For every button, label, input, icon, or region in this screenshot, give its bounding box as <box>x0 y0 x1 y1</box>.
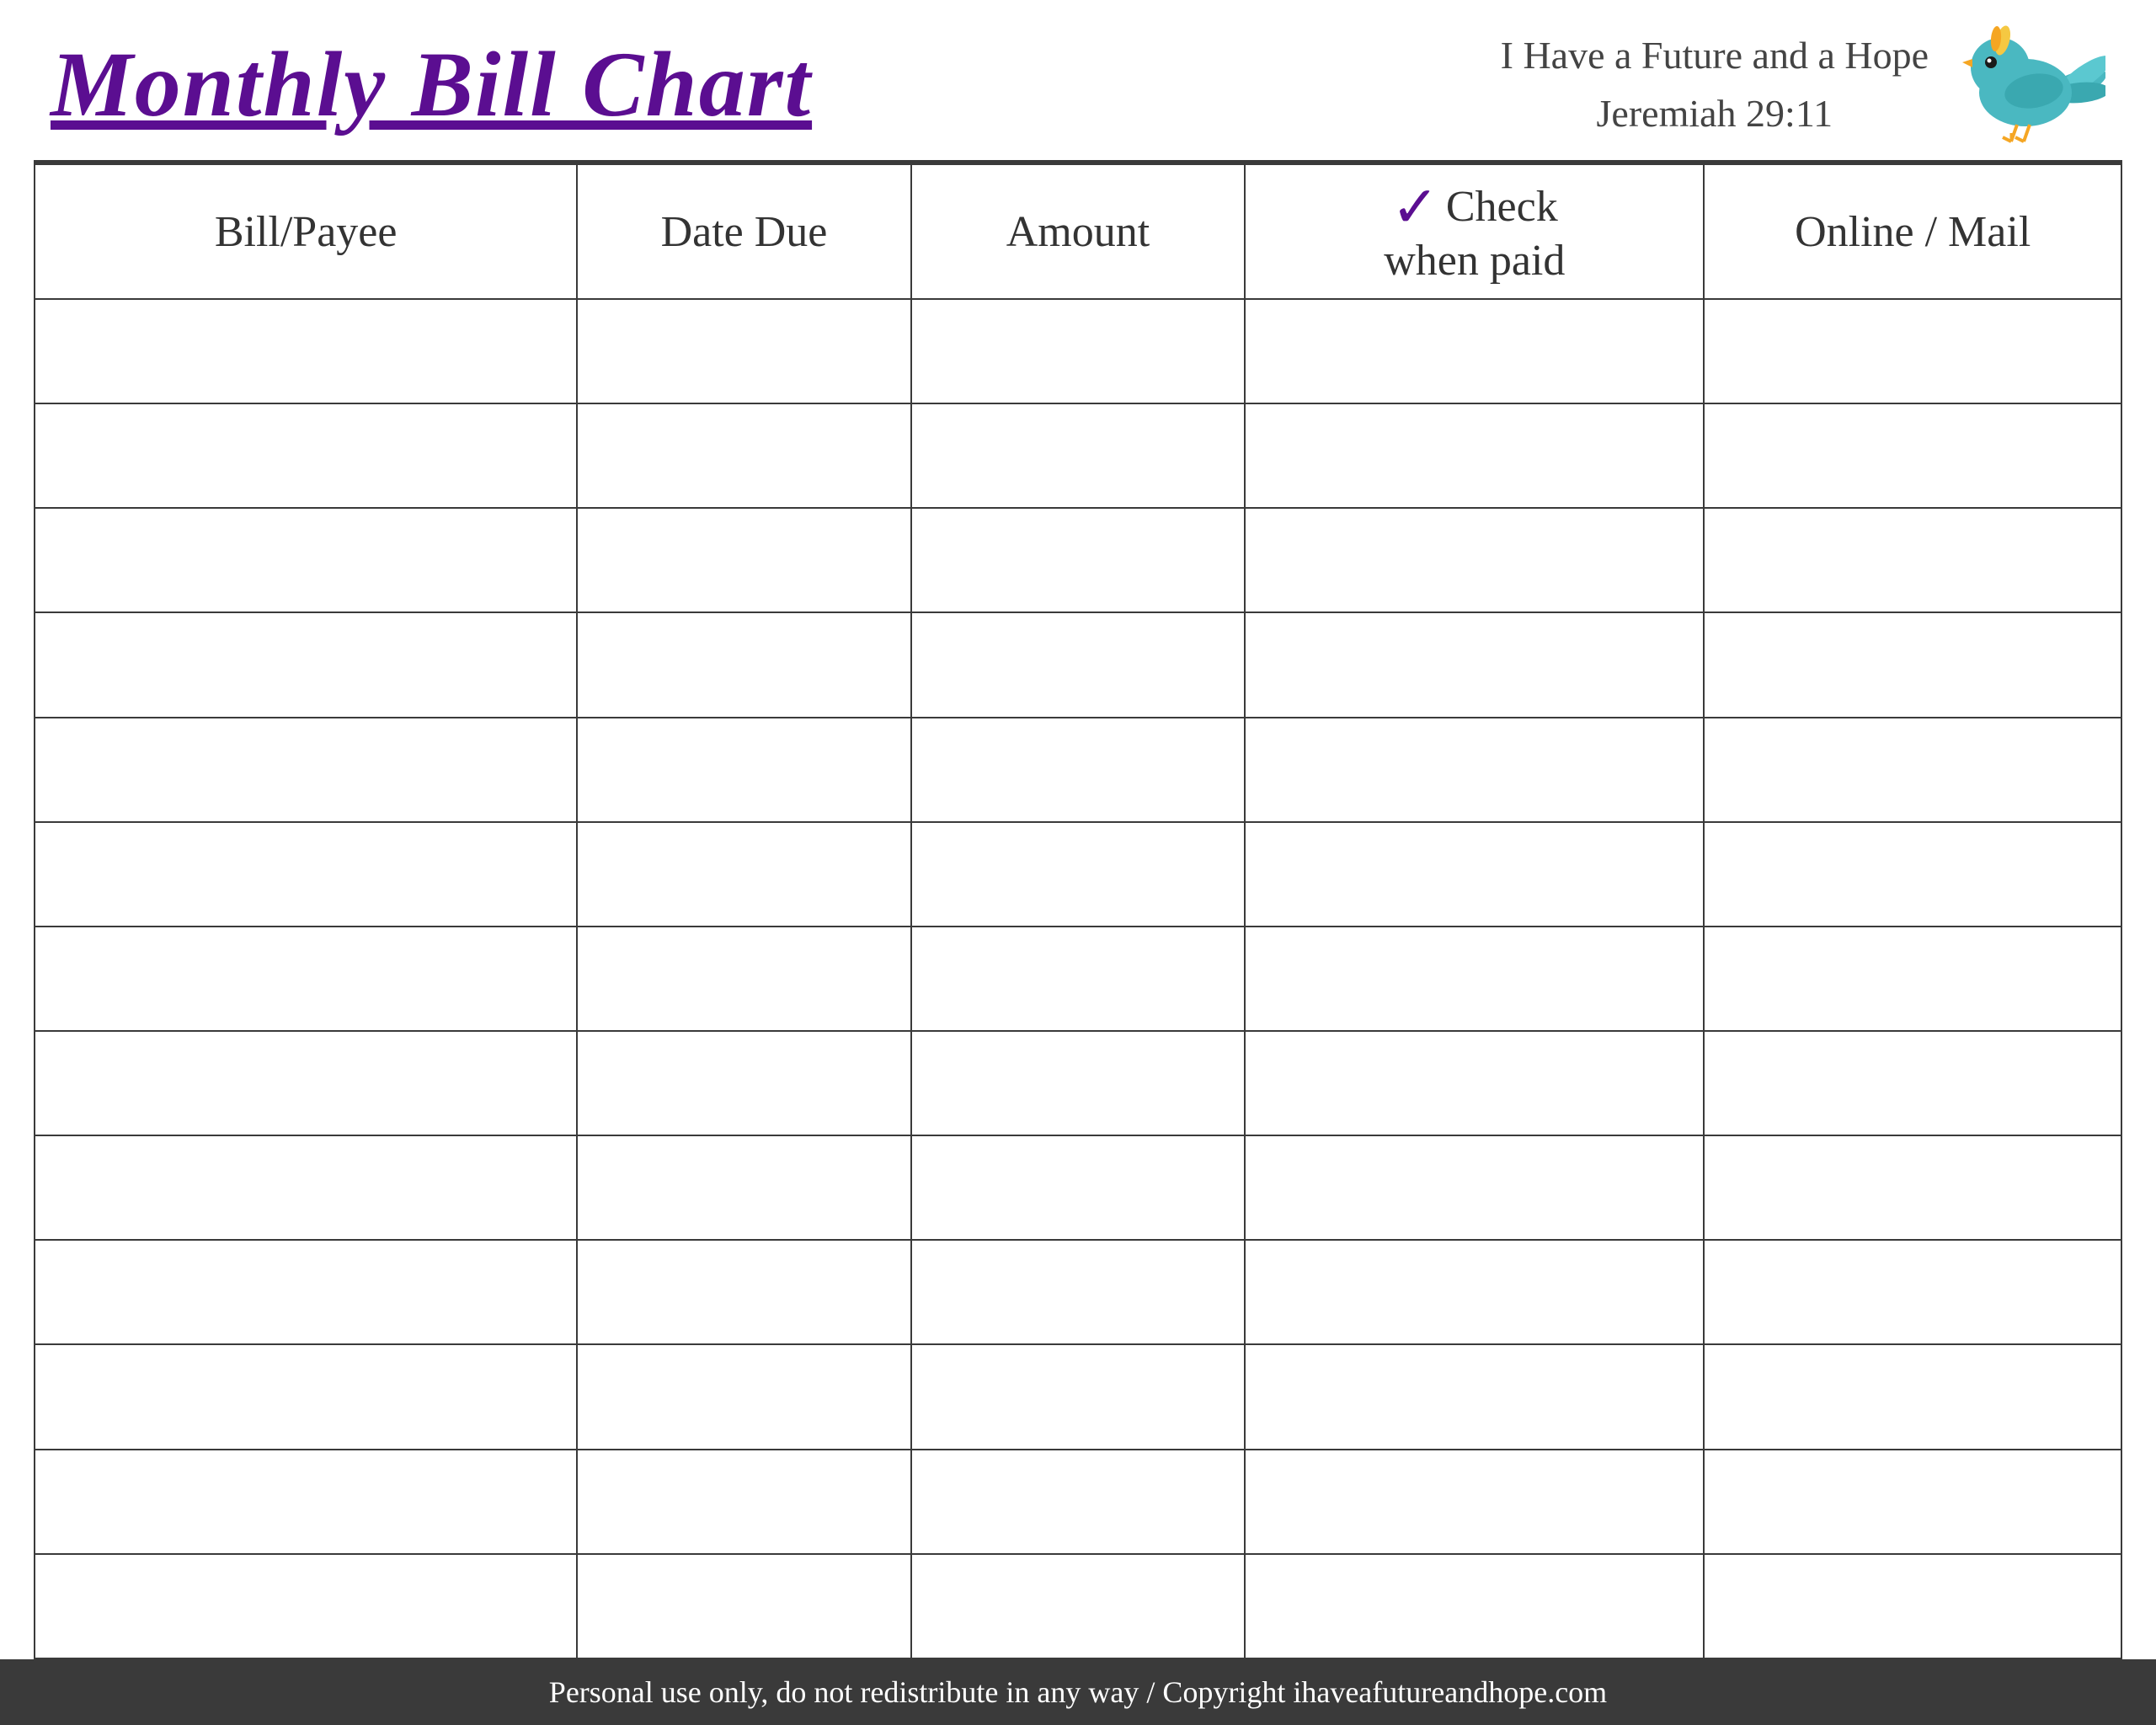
table-cell <box>577 508 910 612</box>
table-row <box>35 718 2121 822</box>
col-header-bill: Bill/Payee <box>35 164 577 299</box>
table-cell <box>35 403 577 508</box>
table-row <box>35 927 2121 1031</box>
table-cell <box>35 508 577 612</box>
table-cell <box>911 508 1245 612</box>
table-cell <box>35 822 577 927</box>
table-cell <box>1704 1450 2121 1554</box>
table-header-row: Bill/Payee Date Due Amount ✓ Check when … <box>35 164 2121 299</box>
table-cell <box>911 927 1245 1031</box>
table-cell <box>1245 1450 1704 1554</box>
table-row <box>35 1031 2121 1135</box>
table-cell <box>35 1135 577 1240</box>
bill-chart-table-container: Bill/Payee Date Due Amount ✓ Check when … <box>34 163 2122 1659</box>
table-cell <box>911 299 1245 403</box>
table-row <box>35 508 2121 612</box>
table-cell <box>1245 612 1704 717</box>
table-cell <box>577 1240 910 1344</box>
table-row <box>35 612 2121 717</box>
bill-chart-table: Bill/Payee Date Due Amount ✓ Check when … <box>34 163 2122 1659</box>
table-cell <box>1704 1031 2121 1135</box>
table-cell <box>1704 822 2121 927</box>
table-cell <box>1704 927 2121 1031</box>
table-cell <box>577 403 910 508</box>
checkmark-icon: ✓ <box>1391 179 1439 236</box>
table-row <box>35 822 2121 927</box>
table-cell <box>1704 1135 2121 1240</box>
table-cell <box>1704 612 2121 717</box>
table-cell <box>1245 1344 1704 1449</box>
table-cell <box>1245 718 1704 822</box>
table-cell <box>1245 299 1704 403</box>
table-cell <box>911 822 1245 927</box>
table-cell <box>1704 508 2121 612</box>
table-cell <box>1704 403 2121 508</box>
table-cell <box>577 1031 910 1135</box>
table-cell <box>911 1450 1245 1554</box>
table-cell <box>911 1240 1245 1344</box>
col-header-date: Date Due <box>577 164 910 299</box>
table-row <box>35 1554 2121 1658</box>
verse-text: I Have a Future and a Hope Jeremiah 29:1… <box>1501 26 1929 142</box>
table-cell <box>35 718 577 822</box>
page-title: Monthly Bill Chart <box>51 34 812 136</box>
table-cell <box>1704 1344 2121 1449</box>
table-row <box>35 403 2121 508</box>
table-cell <box>577 718 910 822</box>
table-cell <box>1245 1031 1704 1135</box>
table-cell <box>911 1344 1245 1449</box>
table-cell <box>1704 1240 2121 1344</box>
footer: Personal use only, do not redistribute i… <box>0 1659 2156 1725</box>
table-cell <box>577 1450 910 1554</box>
table-cell <box>577 299 910 403</box>
table-cell <box>1704 1554 2121 1658</box>
table-cell <box>577 927 910 1031</box>
check-header-content: ✓ Check when paid <box>1246 179 1703 286</box>
table-cell <box>577 612 910 717</box>
table-cell <box>911 1031 1245 1135</box>
table-cell <box>911 1554 1245 1658</box>
table-cell <box>1245 403 1704 508</box>
col-header-amount: Amount <box>911 164 1245 299</box>
table-cell <box>35 1240 577 1344</box>
table-cell <box>911 718 1245 822</box>
table-cell <box>35 1031 577 1135</box>
table-cell <box>577 1135 910 1240</box>
table-row <box>35 1344 2121 1449</box>
bird-icon <box>1954 25 2105 143</box>
table-row <box>35 1240 2121 1344</box>
header-right: I Have a Future and a Hope Jeremiah 29:1… <box>1501 25 2105 143</box>
table-cell <box>35 1344 577 1449</box>
table-cell <box>911 612 1245 717</box>
table-cell <box>1245 1240 1704 1344</box>
title-container: Monthly Bill Chart <box>51 34 812 136</box>
table-cell <box>577 1554 910 1658</box>
table-row <box>35 299 2121 403</box>
table-cell <box>1245 822 1704 927</box>
table-cell <box>577 1344 910 1449</box>
table-cell <box>911 403 1245 508</box>
table-cell <box>1245 508 1704 612</box>
table-cell <box>35 1450 577 1554</box>
table-cell <box>1704 299 2121 403</box>
table-cell <box>911 1135 1245 1240</box>
table-cell <box>35 1554 577 1658</box>
col-header-check: ✓ Check when paid <box>1245 164 1704 299</box>
table-cell <box>1704 718 2121 822</box>
table-cell <box>1245 1554 1704 1658</box>
table-cell <box>1245 927 1704 1031</box>
col-header-online: Online / Mail <box>1704 164 2121 299</box>
table-cell <box>35 612 577 717</box>
table-cell <box>577 822 910 927</box>
table-cell <box>1245 1135 1704 1240</box>
table-row <box>35 1450 2121 1554</box>
table-cell <box>35 927 577 1031</box>
table-body <box>35 299 2121 1658</box>
table-cell <box>35 299 577 403</box>
table-row <box>35 1135 2121 1240</box>
page-header: Monthly Bill Chart I Have a Future and a… <box>0 0 2156 160</box>
